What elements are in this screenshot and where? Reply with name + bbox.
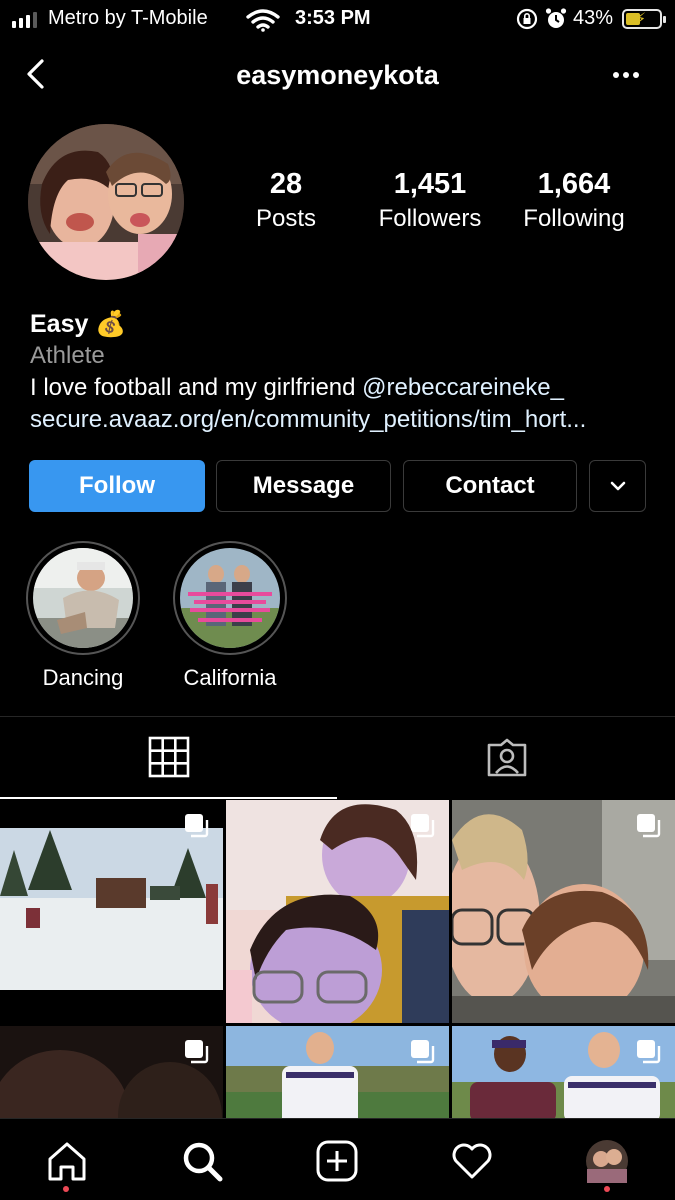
signal-icon bbox=[12, 10, 37, 28]
stat-value: 28 bbox=[269, 168, 303, 200]
contact-button[interactable]: Contact bbox=[403, 460, 577, 512]
home-notification-dot bbox=[63, 1186, 69, 1192]
highlight-label: Dancing bbox=[42, 665, 124, 690]
post-thumbnail[interactable] bbox=[452, 1026, 675, 1120]
stat-followers[interactable]: 1,451 Followers bbox=[350, 168, 510, 233]
stat-posts[interactable]: 28 Posts bbox=[206, 168, 366, 233]
stat-value: 1,451 bbox=[393, 168, 467, 200]
stat-label: Followers bbox=[378, 205, 482, 232]
highlight-label: California bbox=[183, 665, 277, 690]
nav-profile[interactable] bbox=[583, 1137, 631, 1185]
carousel-icon bbox=[185, 1040, 209, 1064]
highlight-ring bbox=[173, 541, 287, 655]
bio-website-link[interactable]: secure.avaaz.org/en/community_petitions/… bbox=[30, 404, 650, 436]
carrier-name: Metro by T-Mobile bbox=[48, 7, 208, 29]
status-bar: Metro by T-Mobile 3:53 PM 43% ⚡ bbox=[0, 0, 675, 40]
profile-avatar[interactable] bbox=[28, 124, 184, 280]
profile-name: Easy 💰 bbox=[30, 310, 127, 338]
message-button[interactable]: Message bbox=[216, 460, 391, 512]
battery-icon: ⚡ bbox=[622, 9, 666, 29]
bottom-navigation bbox=[0, 1118, 675, 1200]
battery-percent: 43% bbox=[573, 7, 614, 29]
profile-category: Athlete bbox=[30, 342, 105, 369]
add-post-icon bbox=[316, 1140, 358, 1182]
bio-mention-link[interactable]: @rebeccareineke_ bbox=[362, 374, 564, 401]
carousel-icon bbox=[637, 814, 661, 838]
carousel-icon bbox=[185, 814, 209, 838]
post-thumbnail[interactable] bbox=[226, 1026, 449, 1120]
profile-notification-dot bbox=[604, 1186, 610, 1192]
tab-posts-grid[interactable] bbox=[0, 717, 337, 799]
stat-label: Posts bbox=[255, 205, 317, 232]
tagged-user-icon bbox=[487, 738, 526, 777]
posts-grid bbox=[0, 800, 675, 1120]
wifi-icon bbox=[246, 9, 280, 32]
nav-create-post[interactable] bbox=[313, 1137, 361, 1185]
highlight-dancing[interactable]: Dancing bbox=[24, 541, 142, 691]
stat-following[interactable]: 1,664 Following bbox=[494, 168, 654, 233]
chevron-down-icon bbox=[610, 481, 625, 491]
highlight-ring bbox=[26, 541, 140, 655]
search-icon bbox=[183, 1142, 223, 1182]
post-thumbnail[interactable] bbox=[452, 800, 675, 1023]
profile-avatar-icon bbox=[586, 1140, 628, 1183]
post-thumbnail[interactable] bbox=[226, 800, 449, 1023]
highlight-california[interactable]: California bbox=[171, 541, 289, 691]
nav-activity[interactable] bbox=[448, 1137, 496, 1185]
profile-tabs bbox=[0, 716, 675, 799]
carousel-icon bbox=[411, 1040, 435, 1064]
nav-home[interactable] bbox=[43, 1137, 91, 1185]
highlight-cover bbox=[180, 548, 280, 648]
tab-tagged[interactable] bbox=[338, 717, 675, 799]
stat-label: Following bbox=[523, 205, 625, 232]
stat-value: 1,664 bbox=[537, 168, 611, 200]
suggested-accounts-button[interactable] bbox=[589, 460, 646, 512]
follow-button[interactable]: Follow bbox=[29, 460, 205, 512]
post-thumbnail[interactable] bbox=[0, 1026, 223, 1120]
bio-text-line: I love football and my girlfriend @rebec… bbox=[30, 372, 650, 404]
ellipsis-icon[interactable] bbox=[606, 60, 646, 88]
profile-header: easymoneykota bbox=[0, 48, 675, 104]
carousel-icon bbox=[411, 814, 435, 838]
profile-username: easymoneykota bbox=[236, 60, 439, 90]
post-thumbnail[interactable] bbox=[0, 800, 223, 1023]
nav-search[interactable] bbox=[178, 1137, 226, 1185]
highlight-cover bbox=[33, 548, 133, 648]
profile-bio: Easy 💰 Athlete I love football and my gi… bbox=[30, 308, 650, 436]
home-icon bbox=[48, 1142, 86, 1181]
clock: 3:53 PM bbox=[295, 7, 371, 29]
grid-icon bbox=[148, 736, 189, 778]
heart-icon bbox=[452, 1143, 492, 1179]
bio-text: I love football and my girlfriend bbox=[30, 374, 363, 401]
orientation-lock-icon bbox=[516, 8, 538, 30]
carousel-icon bbox=[637, 1040, 661, 1064]
alarm-icon bbox=[545, 8, 567, 28]
